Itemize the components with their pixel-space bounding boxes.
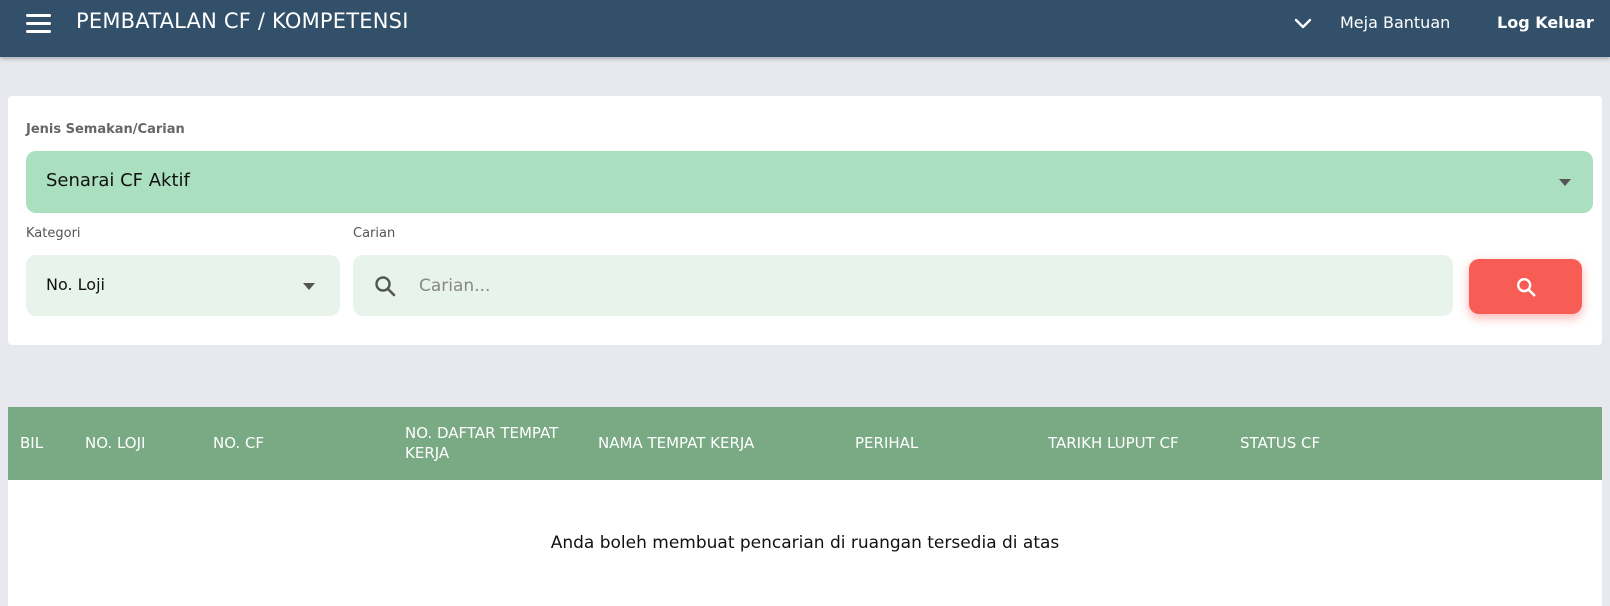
results-table: BIL NO. LOJI NO. CF NO. DAFTAR TEMPAT KE… (8, 407, 1602, 606)
logout-link[interactable]: Log Keluar (1497, 13, 1594, 32)
column-header-status-cf: STATUS CF (1240, 434, 1321, 452)
search-field (353, 255, 1453, 316)
column-header-tarikh-luput-cf: TARIKH LUPUT CF (1048, 434, 1179, 452)
search-icon (373, 274, 397, 298)
category-value: No. Loji (46, 275, 105, 294)
search-icon (1517, 278, 1536, 297)
column-header-bil: BIL (20, 434, 44, 452)
category-select[interactable]: No. Loji (26, 255, 340, 316)
search-type-value: Senarai CF Aktif (46, 170, 190, 191)
search-type-select[interactable]: Senarai CF Aktif (26, 151, 1593, 213)
column-header-no-cf: NO. CF (213, 434, 265, 452)
column-header-no-daftar-tempat-kerja: NO. DAFTAR TEMPAT KERJA (405, 424, 559, 462)
page-title: PEMBATALAN CF / KOMPETENSI (76, 9, 409, 33)
category-label: Kategori (26, 226, 81, 241)
chevron-down-icon[interactable] (1293, 14, 1313, 34)
help-desk-link[interactable]: Meja Bantuan (1340, 13, 1450, 32)
search-button[interactable] (1469, 259, 1582, 314)
top-navbar: PEMBATALAN CF / KOMPETENSI Meja Bantuan … (0, 0, 1610, 57)
empty-state-message: Anda boleh membuat pencarian di ruangan … (550, 533, 1060, 553)
column-header-nama-tempat-kerja: NAMA TEMPAT KERJA (598, 434, 755, 452)
column-header-no-loji: NO. LOJI (85, 434, 146, 452)
search-input[interactable] (417, 269, 1431, 303)
search-panel: Jenis Semakan/Carian Senarai CF Aktif Ka… (8, 96, 1602, 345)
search-type-label: Jenis Semakan/Carian (26, 122, 185, 137)
caret-down-icon (1559, 179, 1571, 186)
hamburger-menu-icon[interactable] (26, 14, 51, 33)
caret-down-icon (303, 283, 315, 290)
table-header: BIL NO. LOJI NO. CF NO. DAFTAR TEMPAT KE… (8, 407, 1602, 480)
search-label: Carian (353, 226, 396, 241)
column-header-perihal: PERIHAL (855, 434, 919, 452)
